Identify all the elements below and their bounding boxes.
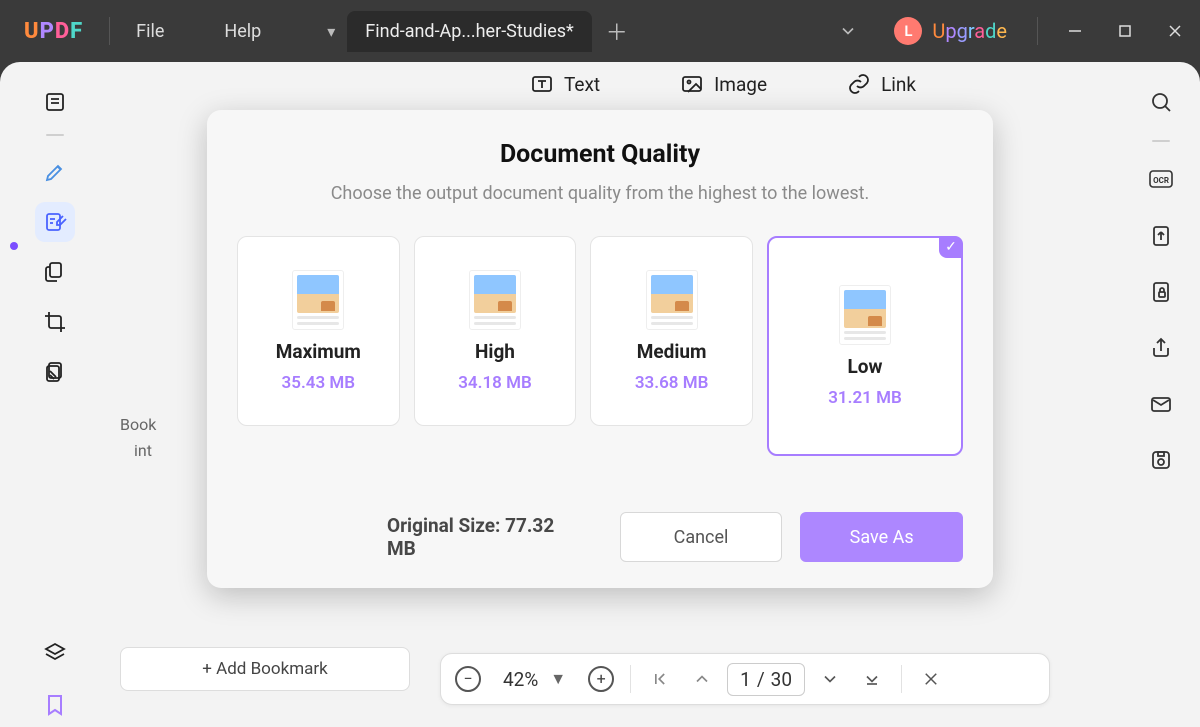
quality-option-maximum[interactable]: Maximum 35.43 MB	[237, 236, 400, 426]
option-size: 34.18 MB	[458, 373, 532, 393]
document-quality-dialog: Document Quality Choose the output docum…	[207, 110, 993, 588]
option-size: 33.68 MB	[635, 373, 709, 393]
divider	[1037, 17, 1038, 45]
divider	[109, 17, 110, 45]
window-maximize-icon[interactable]	[1100, 0, 1150, 62]
logo-letter: F	[70, 19, 83, 44]
tabs-dropdown-icon[interactable]	[838, 21, 858, 41]
window-close-icon[interactable]	[1150, 0, 1200, 62]
quality-option-medium[interactable]: Medium 33.68 MB	[590, 236, 753, 426]
menu-file[interactable]: File	[136, 21, 164, 42]
upgrade-button[interactable]: L Upgrade	[894, 17, 1007, 45]
quality-option-high[interactable]: High 34.18 MB	[414, 236, 577, 426]
dialog-title: Document Quality	[237, 140, 963, 169]
option-size: 35.43 MB	[282, 373, 356, 393]
document-thumb-icon	[469, 270, 521, 330]
app-logo: U P D F	[24, 19, 83, 44]
tab-area: ▾ Find-and-Ap...her-Studies* ＋	[321, 11, 628, 52]
dialog-subtitle: Choose the output document quality from …	[237, 183, 963, 204]
option-name: Medium	[637, 340, 707, 363]
original-size-label: Original Size: 77.32 MB	[387, 514, 584, 560]
document-thumb-icon	[646, 270, 698, 330]
dialog-footer: Original Size: 77.32 MB Cancel Save As	[237, 512, 963, 562]
check-icon: ✓	[939, 236, 963, 258]
logo-letter: D	[55, 19, 70, 44]
cancel-button[interactable]: Cancel	[620, 512, 783, 562]
app-body: Book int + Add Bookmark Text Image Link	[0, 62, 1200, 727]
avatar: L	[894, 17, 922, 45]
window-minimize-icon[interactable]	[1050, 0, 1100, 62]
option-size: 31.21 MB	[828, 388, 902, 408]
option-name: High	[475, 340, 515, 363]
quality-option-low[interactable]: ✓ Low 31.21 MB	[767, 236, 963, 456]
logo-letter: U	[24, 19, 40, 44]
option-name: Maximum	[276, 340, 361, 363]
option-name: Low	[847, 355, 882, 378]
tab-menu-icon[interactable]: ▾	[321, 21, 341, 41]
upgrade-label: Upgrade	[932, 19, 1007, 43]
document-thumb-icon	[839, 285, 891, 345]
titlebar: U P D F File Help ▾ Find-and-Ap...her-St…	[0, 0, 1200, 62]
document-tab[interactable]: Find-and-Ap...her-Studies*	[347, 11, 592, 52]
save-as-button[interactable]: Save As	[800, 512, 963, 562]
new-tab-button[interactable]: ＋	[606, 15, 628, 47]
menu-help[interactable]: Help	[224, 21, 261, 42]
tab-label: Find-and-Ap...her-Studies*	[365, 21, 574, 42]
logo-letter: P	[40, 19, 55, 44]
modal-overlay: Document Quality Choose the output docum…	[0, 62, 1200, 727]
quality-options: Maximum 35.43 MB High 34.18 MB Medium 33…	[237, 236, 963, 456]
document-thumb-icon	[292, 270, 344, 330]
